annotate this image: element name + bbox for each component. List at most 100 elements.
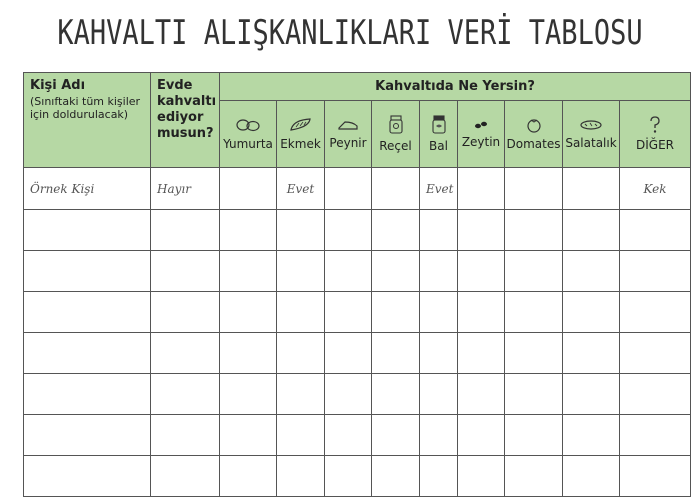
table-cell[interactable]: [457, 332, 505, 374]
table-cell[interactable]: [371, 455, 420, 497]
table-cell[interactable]: [324, 414, 372, 456]
table-cell[interactable]: [618, 250, 692, 292]
table-cell[interactable]: [23, 291, 151, 333]
table-cell[interactable]: [324, 373, 372, 415]
table-cell[interactable]: [371, 332, 420, 374]
table-cell[interactable]: [419, 250, 458, 292]
table-cell[interactable]: [371, 291, 420, 333]
table-cell[interactable]: [324, 332, 372, 374]
table-cell[interactable]: [419, 332, 458, 374]
table-cell[interactable]: [371, 167, 420, 210]
table-cell[interactable]: [23, 209, 151, 251]
tomato-icon: [505, 117, 562, 133]
table-cell[interactable]: [562, 167, 620, 210]
table-cell[interactable]: [23, 414, 151, 456]
table-cell[interactable]: [219, 250, 277, 292]
table-cell[interactable]: [150, 291, 220, 333]
table-cell[interactable]: [562, 332, 620, 374]
table-cell[interactable]: [219, 414, 277, 456]
table-cell[interactable]: [457, 414, 505, 456]
table-cell[interactable]: [504, 455, 563, 497]
table-cell[interactable]: [457, 209, 505, 251]
table-cell[interactable]: [276, 332, 325, 374]
table-cell[interactable]: [562, 291, 620, 333]
table-cell[interactable]: [457, 250, 505, 292]
table-cell[interactable]: [618, 455, 692, 497]
table-cell[interactable]: [504, 209, 563, 251]
table-cell[interactable]: [219, 291, 277, 333]
table-cell[interactable]: Örnek Kişi: [23, 167, 151, 210]
table-cell[interactable]: [219, 209, 277, 251]
food-column-header: Domates: [504, 100, 563, 168]
table-cell[interactable]: [324, 250, 372, 292]
table-cell[interactable]: [562, 250, 620, 292]
table-cell[interactable]: [23, 332, 151, 374]
table-cell[interactable]: [324, 167, 372, 210]
table-cell[interactable]: [150, 414, 220, 456]
table-cell[interactable]: [562, 209, 620, 251]
table-cell[interactable]: Evet: [419, 167, 458, 210]
table-cell[interactable]: [504, 332, 563, 374]
table-cell[interactable]: [23, 250, 151, 292]
table-cell[interactable]: [371, 209, 420, 251]
table-cell[interactable]: Hayır: [150, 167, 220, 210]
table-cell[interactable]: [276, 209, 325, 251]
table-cell[interactable]: [371, 373, 420, 415]
table-cell[interactable]: [150, 332, 220, 374]
bread-icon: [277, 117, 324, 133]
table-cell[interactable]: [457, 291, 505, 333]
table-cell[interactable]: Kek: [618, 167, 692, 210]
table-cell[interactable]: [150, 455, 220, 497]
food-column-header: Reçel: [371, 100, 420, 168]
table-cell[interactable]: [150, 250, 220, 292]
table-cell[interactable]: [504, 373, 563, 415]
food-label: Yumurta: [223, 137, 273, 151]
table-cell[interactable]: [504, 291, 563, 333]
table-cell[interactable]: [419, 414, 458, 456]
table-cell[interactable]: [618, 373, 692, 415]
table-cell[interactable]: [419, 291, 458, 333]
table-cell[interactable]: [219, 373, 277, 415]
table-cell[interactable]: [324, 455, 372, 497]
table-cell[interactable]: [457, 455, 505, 497]
table-row: [23, 414, 692, 456]
table-cell[interactable]: [504, 414, 563, 456]
table-cell[interactable]: [324, 209, 372, 251]
table-cell[interactable]: [457, 373, 505, 415]
table-cell[interactable]: [23, 455, 151, 497]
table-cell[interactable]: [618, 332, 692, 374]
table-cell[interactable]: Evet: [276, 167, 325, 210]
table-row: [23, 291, 692, 333]
table-cell[interactable]: [562, 373, 620, 415]
table-cell[interactable]: [618, 209, 692, 251]
table-cell[interactable]: [276, 373, 325, 415]
table-cell[interactable]: [371, 414, 420, 456]
table-cell[interactable]: [371, 250, 420, 292]
person-name-note: (Sınıftaki tüm kişiler için doldurulacak…: [30, 95, 141, 121]
table-cell[interactable]: [219, 167, 277, 210]
table-cell[interactable]: [419, 209, 458, 251]
food-column-header: Ekmek: [276, 100, 325, 168]
person-name-label: Kişi Adı: [30, 78, 86, 93]
table-cell[interactable]: [276, 250, 325, 292]
table-cell[interactable]: [504, 250, 563, 292]
table-cell[interactable]: [562, 455, 620, 497]
table-cell[interactable]: [150, 209, 220, 251]
table-cell[interactable]: [150, 373, 220, 415]
table-cell[interactable]: [419, 455, 458, 497]
table-cell[interactable]: [324, 291, 372, 333]
example-row: Örnek Kişi Hayır Evet Evet Kek: [23, 167, 692, 210]
table-cell[interactable]: [219, 332, 277, 374]
table-cell[interactable]: [276, 455, 325, 497]
table-cell[interactable]: [618, 291, 692, 333]
table-cell[interactable]: [23, 373, 151, 415]
breakfast-data-table: Kişi Adı (Sınıftaki tüm kişiler için dol…: [23, 72, 692, 497]
table-cell[interactable]: [276, 414, 325, 456]
table-cell[interactable]: [219, 455, 277, 497]
table-cell[interactable]: [618, 414, 692, 456]
table-cell[interactable]: [457, 167, 505, 210]
table-cell[interactable]: [562, 414, 620, 456]
table-cell[interactable]: [504, 167, 563, 210]
table-cell[interactable]: [419, 373, 458, 415]
table-cell[interactable]: [276, 291, 325, 333]
